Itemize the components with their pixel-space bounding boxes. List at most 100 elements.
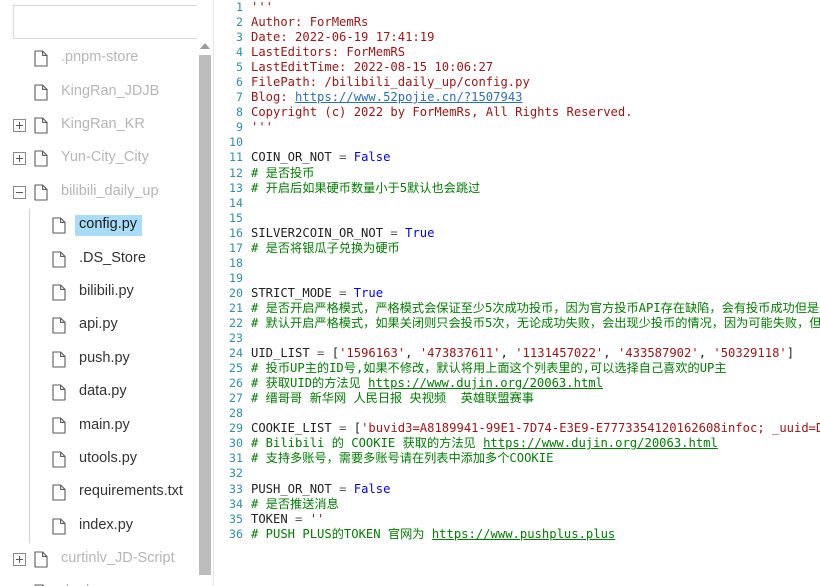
code-link[interactable]: https://www.dujin.org/20063.html — [368, 376, 603, 390]
tree-item-api-py[interactable]: api.py — [0, 309, 200, 343]
line-number: 8 — [236, 105, 243, 120]
code-line[interactable]: 32 — [215, 466, 820, 481]
search-input[interactable] — [14, 6, 206, 38]
code-comment: # 是否将银瓜子兑换为硬币 — [251, 240, 400, 255]
tree-item-label: curtinlv_JD-Script — [61, 550, 175, 567]
expand-plus-icon[interactable] — [12, 552, 27, 567]
code-link[interactable]: https://www.pushplus.plus — [432, 527, 615, 541]
code-line[interactable]: 9 ''' — [215, 120, 820, 135]
line-number: 18 — [229, 255, 243, 270]
sidebar-scrollbar[interactable] — [197, 0, 213, 586]
code-line[interactable]: 14 — [215, 196, 820, 211]
tree-item-kingran-kr[interactable]: KingRan_KR — [0, 109, 200, 142]
tree-indent-guide — [29, 242, 30, 276]
code-line[interactable]: 16 SILVER2COIN_OR_NOT = True — [215, 226, 820, 241]
code-line[interactable]: 35 TOKEN = '' — [215, 512, 820, 527]
tree-item-data-py[interactable]: data.py — [0, 375, 200, 410]
tree-item-index-py[interactable]: index.py — [0, 509, 200, 543]
tree-item-dmd[interactable]: dmd — [0, 576, 200, 586]
file-icon — [33, 50, 49, 68]
tree-twisty-spacer — [30, 285, 45, 300]
code-line[interactable]: 25 # 投币UP主的ID号,如果不修改，默认将用上面这个列表里的,可以选择自己喜… — [215, 361, 820, 376]
search-box[interactable] — [13, 5, 215, 39]
code-line[interactable]: 7 Blog: https://www.52pojie.cn/?1507943 — [215, 90, 820, 105]
code-line[interactable]: 23 — [215, 331, 820, 346]
tree-item-label: push.py — [79, 349, 130, 366]
code-line[interactable]: 31 # 支持多账号，需要多账号请在列表中添加多个COOKIE — [215, 451, 820, 466]
code-line-text: # 是否推送消息 — [251, 497, 339, 512]
code-line[interactable]: 26 # 获取UID的方法见 https://www.dujin.org/2006… — [215, 376, 820, 391]
code-line[interactable]: 4 LastEditors: ForMemRS — [215, 45, 820, 60]
code-string: FilePath: /bilibili_daily_up/config.py — [251, 75, 530, 90]
file-icon — [51, 384, 67, 402]
code-token: ] — [786, 346, 795, 361]
code-line[interactable]: 21 # 是否开启严格模式，严格模式会保证至少5次成功投币，因为官方投币API存在… — [215, 301, 820, 316]
tree-item-label: bilibili.py — [79, 282, 134, 299]
code-comment: # PUSH PLUS的TOKEN 官网为 — [251, 526, 432, 541]
code-line[interactable]: 28 — [215, 406, 820, 421]
tree-indent-guide — [29, 509, 30, 543]
tree-item-yun-city-city[interactable]: Yun-City_City — [0, 142, 200, 175]
code-line[interactable]: 11 COIN_OR_NOT = False — [215, 150, 820, 165]
code-line[interactable]: 18 — [215, 256, 820, 271]
tree-item-pnpm-store[interactable]: .pnpm-store — [0, 42, 200, 75]
tree-item-curtinlv-jd-script[interactable]: curtinlv_JD-Script — [0, 543, 200, 576]
line-number: 32 — [229, 466, 243, 481]
line-number: 12 — [229, 165, 243, 180]
collapse-minus-icon[interactable] — [12, 185, 27, 200]
code-line[interactable]: 19 — [215, 271, 820, 286]
code-line[interactable]: 1 ''' — [215, 0, 820, 15]
code-string: Author: ForMemRs — [251, 15, 369, 30]
tree-item-utools-py[interactable]: utools.py — [0, 442, 200, 477]
tree-item-label: main.py — [79, 416, 130, 433]
code-line[interactable]: 24 UID_LIST = ['1596163', '473837611', '1… — [215, 346, 820, 361]
folder-file-icon — [33, 116, 49, 134]
code-editor[interactable]: 1 ''' 2 Author: ForMemRs 3 Date: 2022-06-19 1… — [215, 0, 820, 586]
line-number: 30 — [229, 436, 243, 451]
code-line-text: # PUSH PLUS的TOKEN 官网为 https://www.pushpl… — [251, 527, 615, 542]
code-line[interactable]: 27 # 缙哥哥 新华网 人民日报 央视频 英雄联盟赛事 — [215, 391, 820, 406]
code-line[interactable]: 8 Copyright (c) 2022 by ForMemRs, All Rig… — [215, 105, 820, 120]
code-line[interactable]: 17 # 是否将银瓜子兑换为硬币 — [215, 241, 820, 256]
code-line[interactable]: 12 # 是否投币 — [215, 166, 820, 181]
code-line-text: ''' — [251, 0, 273, 15]
code-line[interactable]: 5 LastEditTime: 2022-08-15 10:06:27 — [215, 60, 820, 75]
tree-item-config-py[interactable]: config.py — [0, 208, 200, 243]
file-icon — [51, 450, 67, 468]
code-line[interactable]: 3 Date: 2022-06-19 17:41:19 — [215, 30, 820, 45]
tree-item-requirements-txt[interactable]: requirements.txt — [0, 476, 200, 510]
scroll-up-arrow-icon[interactable] — [197, 38, 213, 53]
code-line-text: # 默认开启严格模式，如果关闭则只会投币5次，无论成功失败，会出现少投币的情况，… — [251, 316, 820, 331]
line-number: 19 — [229, 270, 243, 285]
code-line-text: Date: 2022-06-19 17:41:19 — [251, 30, 434, 45]
tree-item-kingran-jdjb[interactable]: KingRan_JDJB — [0, 75, 200, 108]
code-line[interactable]: 15 — [215, 211, 820, 226]
code-string: '433587902' — [617, 346, 699, 361]
code-link[interactable]: https://www.52pojie.cn/?1507943 — [295, 90, 522, 104]
code-line[interactable]: 34 # 是否推送消息 — [215, 497, 820, 512]
code-line[interactable]: 29 COOKIE_LIST = ['buvid3=A8189941-99E1-7… — [215, 421, 820, 436]
expand-plus-icon[interactable] — [12, 151, 27, 166]
tree-item-push-py[interactable]: push.py — [0, 342, 200, 376]
code-line[interactable]: 13 # 开启后如果硬币数量小于5默认也会跳过 — [215, 181, 820, 196]
file-tree[interactable]: .pnpm-store KingRan_JDJB KingRan_KR Yun-Cit… — [0, 42, 200, 586]
code-line[interactable]: 10 — [215, 135, 820, 150]
tree-item-label: api.py — [79, 316, 118, 333]
code-line-text: STRICT_MODE = True — [251, 286, 383, 301]
tree-item-main-py[interactable]: main.py — [0, 409, 200, 443]
code-line[interactable]: 36 # PUSH PLUS的TOKEN 官网为 https://www.push… — [215, 527, 820, 542]
code-line[interactable]: 2 Author: ForMemRs — [215, 15, 820, 30]
line-number: 10 — [229, 135, 243, 150]
code-line[interactable]: 22 # 默认开启严格模式，如果关闭则只会投币5次，无论成功失败，会出现少投币的情… — [215, 316, 820, 331]
tree-item-ds-store[interactable]: .DS_Store — [0, 242, 200, 276]
code-line[interactable]: 20 STRICT_MODE = True — [215, 286, 820, 301]
scrollbar-thumb[interactable] — [199, 55, 211, 575]
tree-item-bilibili-py[interactable]: bilibili.py — [0, 275, 200, 310]
code-link[interactable]: https://www.dujin.org/20063.html — [483, 436, 718, 450]
tree-item-label: config.py — [75, 215, 143, 237]
expand-plus-icon[interactable] — [12, 118, 27, 133]
code-line[interactable]: 6 FilePath: /bilibili_daily_up/config.py — [215, 75, 820, 90]
tree-item-bilibili-daily-up[interactable]: bilibili_daily_up — [0, 176, 200, 209]
code-line[interactable]: 33 PUSH_OR_NOT = False — [215, 482, 820, 497]
code-line[interactable]: 30 # Bilibili 的 COOKIE 获取的方法见 https://www… — [215, 436, 820, 451]
